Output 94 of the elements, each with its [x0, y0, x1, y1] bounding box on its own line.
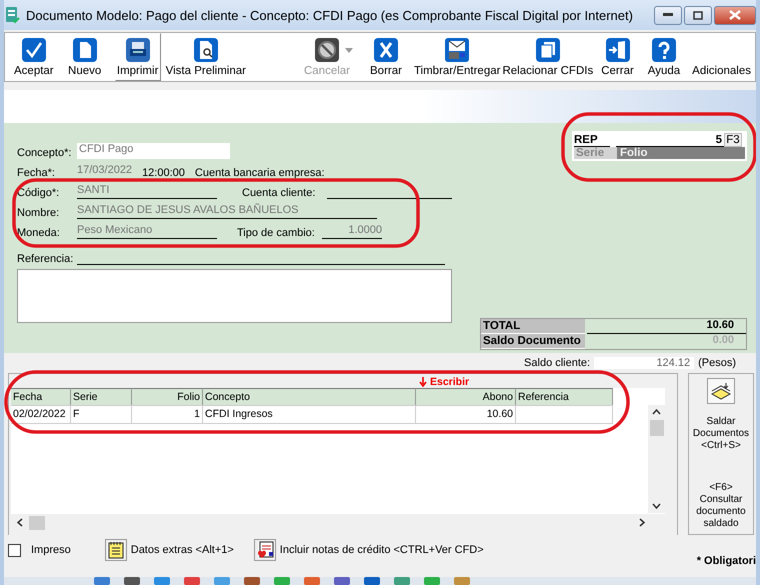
column-header[interactable]: Fecha: [11, 388, 71, 405]
window-title: Documento Modelo: Pago del cliente - Concepto: CFDI Pago (es Comprobante Fiscal Digital por Internet): [26, 8, 633, 22]
notepad-button[interactable]: [104, 539, 127, 561]
field-label: Fecha*:: [17, 167, 56, 179]
column-header[interactable]: Folio: [132, 388, 203, 405]
toolbar-button[interactable]: Nuevo: [66, 33, 103, 81]
stack-icon: [710, 382, 732, 400]
taskbar-app-icon[interactable]: [364, 577, 380, 585]
folio-caption: Folio: [617, 147, 745, 159]
taskbar-app-icon[interactable]: [424, 577, 440, 585]
minimize-icon: [663, 13, 673, 17]
settle-button[interactable]: Saldar Documentos <Ctrl+S>: [690, 378, 752, 452]
toolbar-button[interactable]: Aceptar: [13, 33, 55, 81]
copies-icon: [536, 38, 560, 62]
taskbar-app-icon[interactable]: [394, 577, 410, 585]
taskbar-app-icon[interactable]: [334, 577, 350, 585]
table-cell: CFDI Ingresos: [203, 406, 416, 423]
checkmark-icon: [22, 38, 46, 62]
document-icon: [72, 38, 97, 62]
taskbar-app-icon[interactable]: [454, 577, 470, 585]
toolbar-button[interactable]: Cerrar: [600, 33, 635, 81]
taskbar-app-icon[interactable]: [154, 577, 170, 585]
envelope-icon: [445, 38, 470, 62]
restore-icon: [693, 10, 703, 20]
table-cell: 1: [132, 406, 203, 423]
field-label: Concepto*:: [17, 147, 72, 159]
down-arrow-icon: [419, 377, 427, 387]
scroll-thumb[interactable]: [29, 516, 45, 530]
close-button[interactable]: [714, 6, 756, 24]
taskbar-app-icon[interactable]: [184, 577, 200, 585]
credit-notes-label[interactable]: Incluir notas de crédito <CTRL+Ver CFD>: [280, 544, 484, 556]
delete-icon: [374, 38, 398, 62]
prohibited-icon: [314, 38, 339, 62]
toolbar-button[interactable]: Vista Preliminar: [164, 33, 247, 81]
additional-menu-label[interactable]: Adicionales: [692, 65, 751, 81]
table-cell: 02/02/2022: [11, 406, 71, 423]
toolbar-button[interactable]: Ayuda: [646, 33, 682, 81]
exit-door-icon: [606, 38, 630, 62]
taskbar-app-icon[interactable]: [214, 577, 230, 585]
document-heart-icon: [256, 541, 274, 559]
scroll-thumb[interactable]: [650, 420, 664, 436]
column-header[interactable]: Abono: [416, 388, 516, 405]
field-label: Código*:: [17, 187, 60, 199]
scroll-up-icon: [652, 409, 661, 415]
help-icon: [652, 38, 676, 62]
field-label: Referencia:: [17, 253, 74, 265]
table-cell: F: [71, 406, 132, 423]
checkbox[interactable]: [8, 544, 21, 556]
field-label: Nombre:: [17, 207, 60, 219]
series-caption: Serie: [574, 147, 617, 159]
total-value: 10.60: [587, 319, 746, 334]
notepad-icon: [108, 541, 124, 559]
vertical-scrollbar[interactable]: [648, 405, 665, 513]
app-icon: [4, 6, 20, 24]
maximize-button[interactable]: [684, 6, 712, 24]
toolbar-button[interactable]: Borrar: [369, 33, 403, 81]
balance-field: 124.12: [594, 357, 694, 369]
taskbar-app-icon[interactable]: [304, 577, 320, 585]
scroll-right-icon: [639, 518, 645, 527]
total-label: TOTAL: [481, 319, 585, 334]
column-header[interactable]: Referencia: [516, 388, 613, 405]
table-cell: 10.60: [416, 406, 516, 423]
toolbar-button[interactable]: Imprimir: [114, 33, 161, 81]
minimize-button[interactable]: [654, 6, 682, 24]
preview-icon: [194, 38, 218, 62]
column-header[interactable]: Serie: [71, 388, 132, 405]
field-label: Cuenta cliente:: [242, 187, 316, 199]
taskbar-app-icon[interactable]: [274, 577, 290, 585]
field-label: Cuenta bancaria empresa:: [194, 167, 325, 179]
toolbar-button[interactable]: Timbrar/Entregar: [412, 33, 502, 81]
toolbar-button[interactable]: Relacionar CFDIs: [501, 33, 594, 81]
concept-field[interactable]: CFDI Pago: [77, 143, 230, 159]
time-field[interactable]: 12:00:00: [142, 167, 185, 179]
balance-label: Saldo cliente:: [524, 357, 590, 369]
scroll-left-icon: [17, 518, 23, 527]
printer-icon: [126, 38, 150, 62]
column-header[interactable]: Concepto: [203, 388, 416, 405]
credit-notes-button[interactable]: [254, 539, 276, 561]
extra-data-label[interactable]: Datos extras <Alt+1>: [130, 544, 234, 556]
currency-label: (Pesos): [698, 357, 736, 369]
f3-button[interactable]: F3: [724, 133, 742, 147]
required-note: * Obligatori: [696, 555, 756, 567]
total-value: 0.00: [712, 334, 735, 348]
consult-button[interactable]: <F6> Consultar documento saldado: [690, 482, 752, 530]
annotation-text: Escribir: [430, 376, 470, 388]
checkbox-label[interactable]: Impreso: [31, 544, 71, 556]
taskbar-app-icon[interactable]: [124, 577, 140, 585]
close-icon: [729, 10, 741, 20]
scroll-down-icon: [652, 503, 661, 509]
field-label: Moneda:: [17, 227, 61, 239]
total-label: Saldo Documento: [481, 334, 585, 349]
taskbar-app-icon[interactable]: [94, 577, 110, 585]
field-label: Tipo de cambio:: [237, 227, 316, 239]
taskbar-app-icon[interactable]: [244, 577, 260, 585]
